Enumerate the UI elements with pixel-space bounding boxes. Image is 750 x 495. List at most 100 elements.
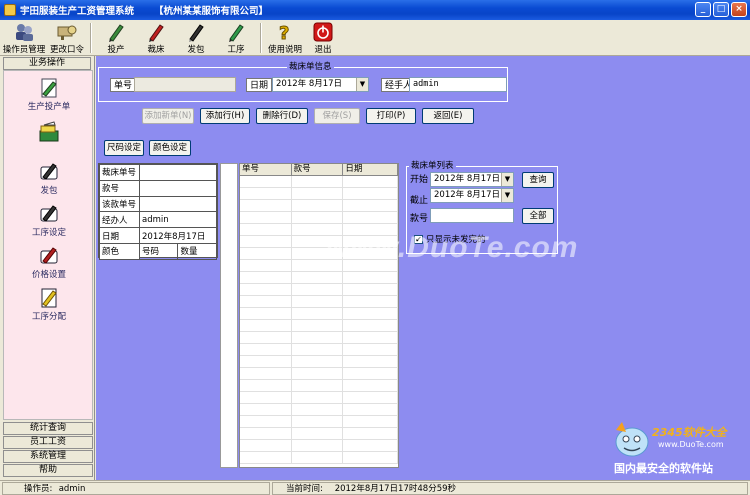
- start-date-picker[interactable]: 2012年 8月17日 ▼: [430, 172, 514, 187]
- form-row-value[interactable]: [139, 179, 217, 197]
- list-row[interactable]: [240, 188, 398, 200]
- sidebar-item-outsource[interactable]: 发包: [4, 161, 94, 196]
- list-row[interactable]: [240, 212, 398, 224]
- form-row-value[interactable]: 2012年8月17日: [139, 227, 217, 244]
- maximize-button[interactable]: □: [713, 2, 729, 17]
- list-row[interactable]: [240, 176, 398, 188]
- operator-mgmt-label: 操作员管理: [2, 45, 46, 55]
- all-button[interactable]: 全部: [522, 208, 554, 224]
- list-cell: [292, 440, 344, 451]
- list-row[interactable]: [240, 320, 398, 332]
- start-date-value: 2012年 8月17日: [434, 174, 501, 184]
- style-no-field[interactable]: [430, 208, 514, 223]
- save-button[interactable]: 保存(S): [314, 108, 360, 124]
- chevron-down-icon[interactable]: ▼: [501, 173, 513, 186]
- back-button[interactable]: 返回(E): [422, 108, 474, 124]
- form-row: 裁床单号: [99, 164, 217, 181]
- list-row[interactable]: [240, 356, 398, 368]
- sidebar-items: 生产投产单 发包 工序设定 价格设置 工序分配: [3, 70, 93, 420]
- list-row[interactable]: [240, 380, 398, 392]
- change-password-button[interactable]: 更改口令: [48, 20, 86, 55]
- form-row-value[interactable]: [139, 195, 217, 213]
- list-row[interactable]: [240, 416, 398, 428]
- add-new-button[interactable]: 添加新单(N): [142, 108, 194, 124]
- list-row[interactable]: [240, 308, 398, 320]
- form-row-value[interactable]: [139, 164, 217, 181]
- sidebar-section-statistics[interactable]: 统计查询: [3, 422, 93, 435]
- sidebar-section-system[interactable]: 系统管理: [3, 450, 93, 463]
- date-picker[interactable]: 2012年 8月17日 ▼: [272, 77, 369, 92]
- list-cell: [292, 368, 344, 379]
- minimize-button[interactable]: _: [695, 2, 711, 17]
- order-list[interactable]: 单号 款号 日期: [239, 163, 399, 468]
- sidebar-item-label: 发包: [40, 186, 58, 196]
- svg-text:?: ?: [279, 23, 289, 42]
- list-row[interactable]: [240, 452, 398, 464]
- process-allocation-icon: [38, 287, 60, 309]
- size-setup-button[interactable]: 尺码设定: [104, 140, 144, 156]
- column-header-date[interactable]: 日期: [343, 164, 398, 175]
- operator-mgmt-button[interactable]: 操作员管理: [0, 20, 48, 55]
- list-row[interactable]: [240, 368, 398, 380]
- list-cell: [343, 284, 398, 295]
- chevron-down-icon[interactable]: ▼: [356, 78, 368, 91]
- delete-row-button[interactable]: 删除行(D): [256, 108, 308, 124]
- list-row[interactable]: [240, 428, 398, 440]
- list-cell: [240, 368, 292, 379]
- list-row[interactable]: [240, 392, 398, 404]
- close-button[interactable]: ×: [731, 2, 747, 17]
- list-cell: [292, 272, 344, 283]
- print-button[interactable]: 打印(P): [366, 108, 416, 124]
- chevron-down-icon[interactable]: ▼: [501, 189, 513, 202]
- end-date-picker[interactable]: 2012年 8月17日 ▼: [430, 188, 514, 203]
- list-cell: [240, 200, 292, 211]
- watermark-logo: 2345软件大全 www.DuoTe.com 国内最安全的软件站: [608, 416, 748, 478]
- help-button[interactable]: ? 使用说明: [266, 20, 304, 56]
- sidebar-item-process-setup[interactable]: 工序设定: [4, 203, 94, 238]
- process-button[interactable]: 工序: [216, 20, 256, 55]
- sidebar-item-label: 工序设定: [31, 228, 66, 238]
- end-date-value: 2012年 8月17日: [434, 190, 501, 200]
- price-setup-icon: [38, 245, 60, 267]
- handler-field[interactable]: admin: [409, 77, 507, 92]
- cutting-icon: [38, 121, 60, 143]
- sidebar-item-process-allocation[interactable]: 工序分配: [4, 287, 94, 322]
- sidebar-item-cutting[interactable]: [4, 121, 94, 144]
- outsource-button[interactable]: 发包: [176, 20, 216, 55]
- sidebar-header[interactable]: 业务操作: [3, 57, 91, 70]
- list-row[interactable]: [240, 344, 398, 356]
- color-setup-button[interactable]: 颜色设定: [149, 140, 191, 156]
- production-order-icon: [38, 77, 60, 99]
- order-form-table: 裁床单号 款号 该款单号 经办人 admin 日期 2012年8月17日 颜色 号码数…: [98, 163, 218, 260]
- sidebar-item-label: 价格设置: [31, 270, 66, 280]
- query-button[interactable]: 查询: [522, 172, 554, 188]
- list-row[interactable]: [240, 332, 398, 344]
- sidebar-item-price-setup[interactable]: 价格设置: [4, 245, 94, 280]
- sidebar-section-wages[interactable]: 员工工资: [3, 436, 93, 449]
- list-cell: [343, 272, 398, 283]
- list-row[interactable]: [240, 284, 398, 296]
- status-time-value: 2012年8月17日17时48分59秒: [334, 484, 457, 494]
- column-header-style-no[interactable]: 款号: [292, 164, 344, 175]
- list-cell: [343, 416, 398, 427]
- detail-scroll-area[interactable]: [220, 163, 238, 468]
- cutting-list-title: 裁床单列表: [409, 160, 456, 172]
- list-row[interactable]: [240, 404, 398, 416]
- list-row[interactable]: [240, 440, 398, 452]
- cutting-button[interactable]: 裁床: [136, 20, 176, 55]
- list-row[interactable]: [240, 296, 398, 308]
- list-cell: [343, 404, 398, 415]
- order-no-label: 单号: [110, 78, 137, 92]
- list-row[interactable]: [240, 272, 398, 284]
- sidebar-section-help[interactable]: 帮助: [3, 464, 93, 477]
- exit-button[interactable]: 退出: [304, 20, 342, 55]
- sidebar-item-production-order[interactable]: 生产投产单: [4, 77, 94, 112]
- column-header-order-no[interactable]: 单号: [240, 164, 292, 175]
- form-row-value[interactable]: admin: [139, 211, 217, 229]
- add-row-button[interactable]: 添加行(H): [200, 108, 250, 124]
- pen-icon: [186, 22, 206, 42]
- list-row[interactable]: [240, 200, 398, 212]
- qty-column-header: 数量: [177, 242, 217, 260]
- dispatch-button[interactable]: 投产: [96, 20, 136, 55]
- order-no-field[interactable]: [134, 77, 236, 92]
